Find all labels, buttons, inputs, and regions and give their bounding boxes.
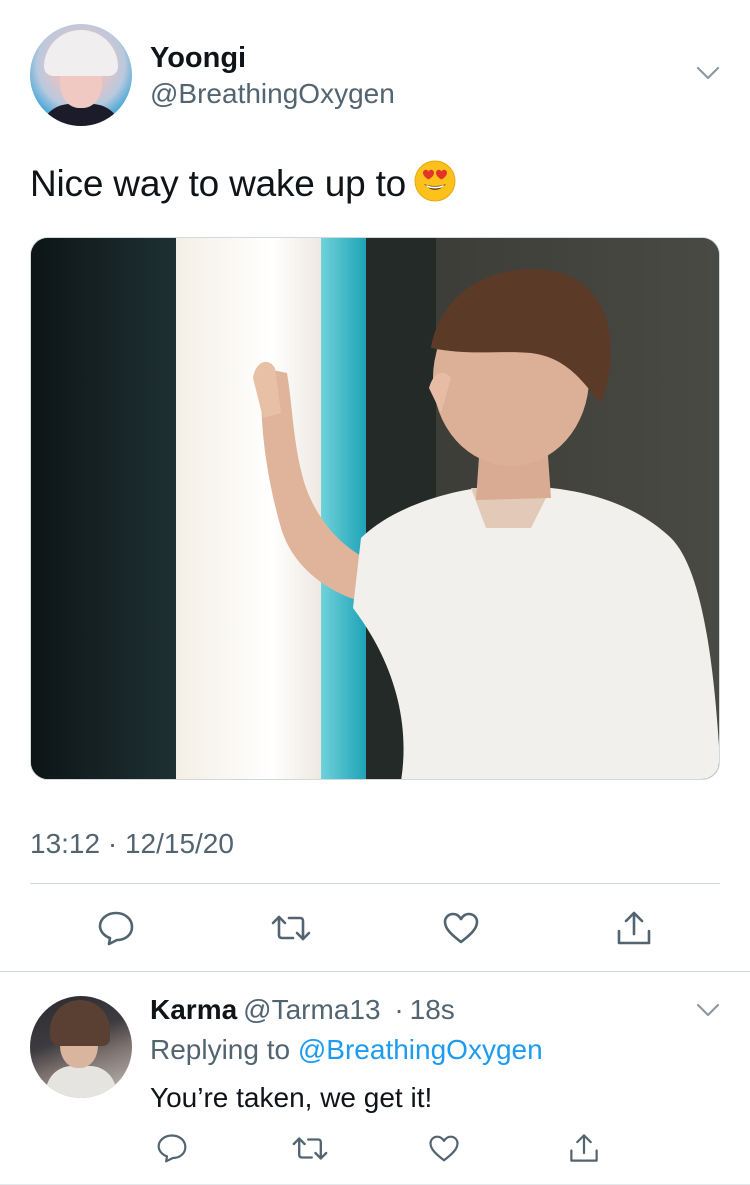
reply-time[interactable]: 18s [410,994,455,1025]
reply-display-name[interactable]: Karma [150,994,237,1025]
reply-text: You’re taken, we get it! [150,1082,433,1113]
share-icon [617,911,651,945]
photo-man-at-window [31,238,719,779]
tweet-text: Nice way to wake up to [30,160,456,211]
divider [30,883,720,884]
tweet-text-body: Nice way to wake up to [30,163,407,204]
reply-retweet-button[interactable] [290,1128,330,1168]
reply-handle[interactable]: @Tarma13 [243,994,380,1025]
reply-share-button[interactable] [564,1128,604,1168]
tweet-timestamp[interactable]: 13:12 · 12/15/20 [30,828,234,860]
heart-eyes-emoji-icon [414,160,456,211]
reply-like-button[interactable] [424,1128,464,1168]
reply-header: Karma @Tarma13 · 18s [150,994,455,1026]
reply-icon [157,1134,187,1163]
replying-to-mention[interactable]: @BreathingOxygen [298,1034,543,1065]
share-button[interactable] [614,908,654,948]
like-button[interactable] [441,908,481,948]
retweet-icon [292,1136,328,1160]
user-handle[interactable]: @BreathingOxygen [150,78,395,110]
retweet-icon [271,915,311,941]
chevron-down-icon[interactable] [696,1003,720,1017]
chevron-down-icon[interactable] [696,66,720,80]
display-name[interactable]: Yoongi [150,42,246,75]
retweet-button[interactable] [271,908,311,948]
replying-to-label: Replying to [150,1034,291,1065]
reply-reply-button[interactable] [152,1128,192,1168]
replying-to: Replying to @BreathingOxygen [150,1034,543,1066]
reply-user-avatar[interactable] [30,996,132,1098]
reply-icon [98,911,134,946]
divider [0,971,750,972]
user-avatar[interactable] [30,24,132,126]
reply-separator: · [394,994,404,1025]
reply-button[interactable] [96,908,136,948]
like-icon [429,1135,459,1161]
like-icon [443,912,479,944]
share-icon [570,1134,598,1162]
tweet-photo[interactable] [30,237,720,780]
